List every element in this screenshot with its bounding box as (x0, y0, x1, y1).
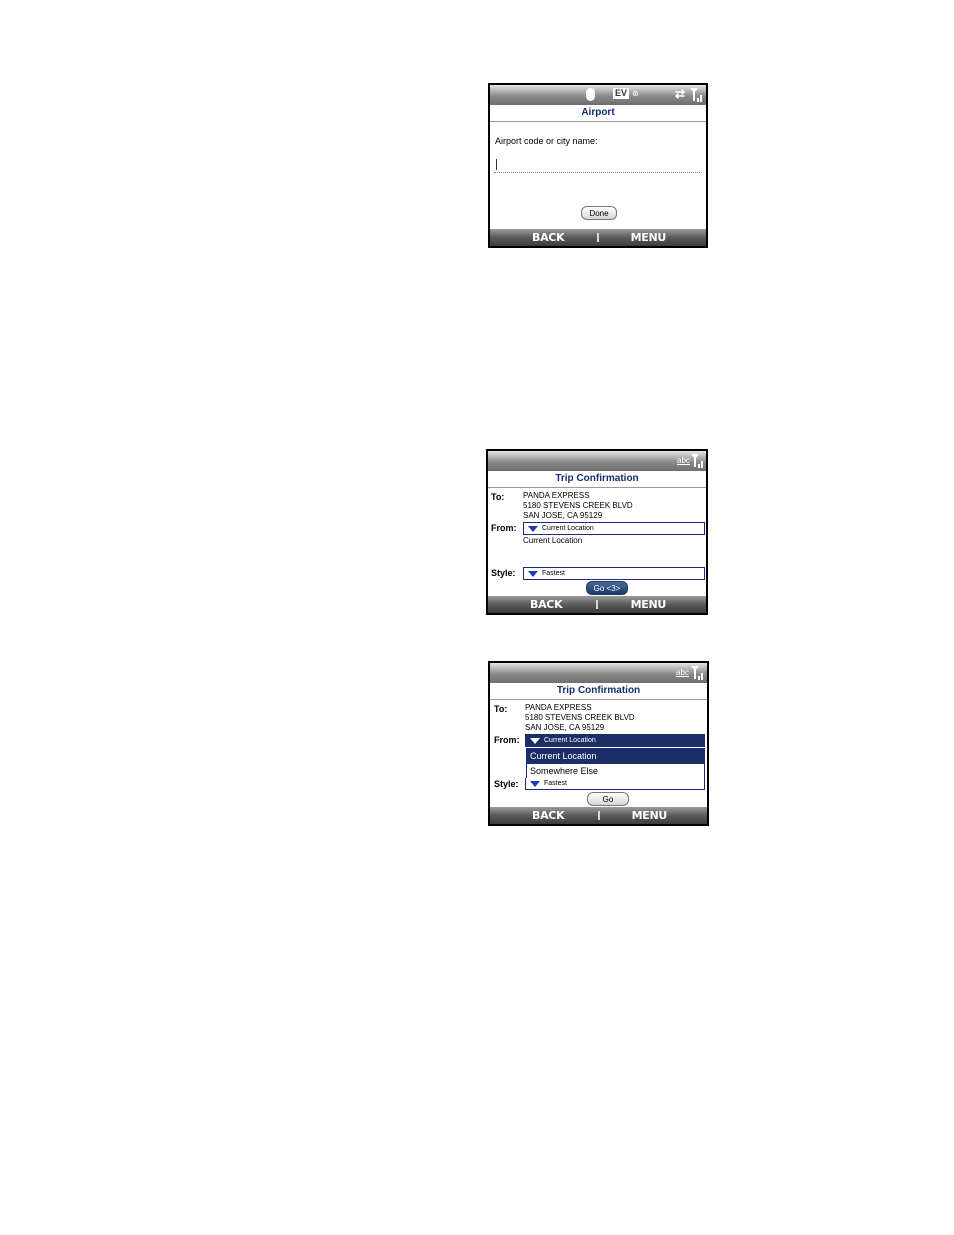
trip-confirmation-screen-2: abc Trip Confirmation To: PANDA EXPRESS … (488, 661, 709, 826)
from-select-value: Current Location (542, 525, 594, 532)
done-button[interactable]: Done (581, 206, 617, 220)
sync-icon: ⇄ (675, 87, 686, 101)
signal-icon (691, 666, 703, 680)
from-detail: Current Location (523, 536, 583, 545)
dropdown-option[interactable]: Somewhere Else (527, 764, 704, 779)
dropdown-option[interactable]: Current Location (527, 749, 704, 764)
go-button[interactable]: Go <3> (586, 581, 628, 595)
from-label: From: (491, 523, 517, 533)
to-line-3: SAN JOSE, CA 95129 (525, 723, 605, 732)
to-line-1: PANDA EXPRESS (523, 491, 590, 500)
from-label: From: (494, 735, 520, 745)
airport-prompt: Airport code or city name: (495, 136, 598, 146)
input-mode-icon: abc (676, 668, 689, 677)
signal-icon (690, 88, 702, 102)
style-select[interactable]: Fastest (523, 567, 705, 580)
softkey-divider (597, 233, 599, 242)
airport-input[interactable] (494, 158, 700, 173)
style-label: Style: (494, 779, 519, 789)
to-label: To: (494, 704, 508, 714)
menu-softkey[interactable]: MENU (632, 809, 668, 822)
menu-softkey[interactable]: MENU (631, 231, 667, 244)
input-mode-icon: abc (677, 456, 690, 465)
screen-title: Airport (490, 105, 706, 122)
softkey-bar: BACK MENU (490, 229, 706, 246)
data-icon: ⊛ (632, 89, 639, 98)
softkey-bar: BACK MENU (488, 596, 706, 613)
back-softkey[interactable]: BACK (530, 598, 563, 611)
style-select-value: Fastest (542, 570, 565, 577)
from-dropdown-list: Current Location Somewhere Else (526, 748, 705, 779)
softkey-divider (596, 600, 598, 609)
chevron-down-icon (530, 738, 540, 744)
screen-title: Trip Confirmation (488, 471, 706, 488)
chevron-down-icon (528, 526, 538, 532)
status-bar: EV ⊛ ⇄ (490, 85, 706, 105)
to-line-3: SAN JOSE, CA 95129 (523, 511, 603, 520)
from-select[interactable]: Current Location (525, 734, 705, 747)
to-label: To: (491, 492, 505, 502)
back-softkey[interactable]: BACK (532, 809, 565, 822)
ev-icon: EV (613, 88, 630, 99)
trip-confirmation-screen-1: abc Trip Confirmation To: PANDA EXPRESS … (486, 449, 708, 615)
menu-softkey[interactable]: MENU (631, 598, 667, 611)
to-line-1: PANDA EXPRESS (525, 703, 592, 712)
chevron-down-icon (528, 571, 538, 577)
softkey-divider (597, 811, 600, 820)
signal-icon (691, 454, 703, 468)
softkey-bar: BACK MENU (490, 807, 707, 824)
back-softkey[interactable]: BACK (532, 231, 565, 244)
from-select[interactable]: Current Location (523, 522, 705, 535)
to-line-2: 5180 STEVENS CREEK BLVD (525, 713, 635, 722)
style-select[interactable]: Fastest (525, 778, 705, 790)
to-line-2: 5180 STEVENS CREEK BLVD (523, 501, 633, 510)
status-bar: abc (488, 451, 706, 471)
chevron-down-icon (530, 781, 540, 787)
bluetooth-icon (586, 88, 595, 101)
go-button[interactable]: Go (587, 792, 629, 806)
style-select-value: Fastest (544, 780, 567, 787)
text-caret (496, 159, 497, 170)
airport-screen: EV ⊛ ⇄ Airport Airport code or city name… (488, 83, 708, 248)
from-select-value: Current Location (544, 737, 596, 744)
status-bar: abc (490, 663, 707, 683)
screen-title: Trip Confirmation (490, 683, 707, 700)
style-label: Style: (491, 568, 516, 578)
